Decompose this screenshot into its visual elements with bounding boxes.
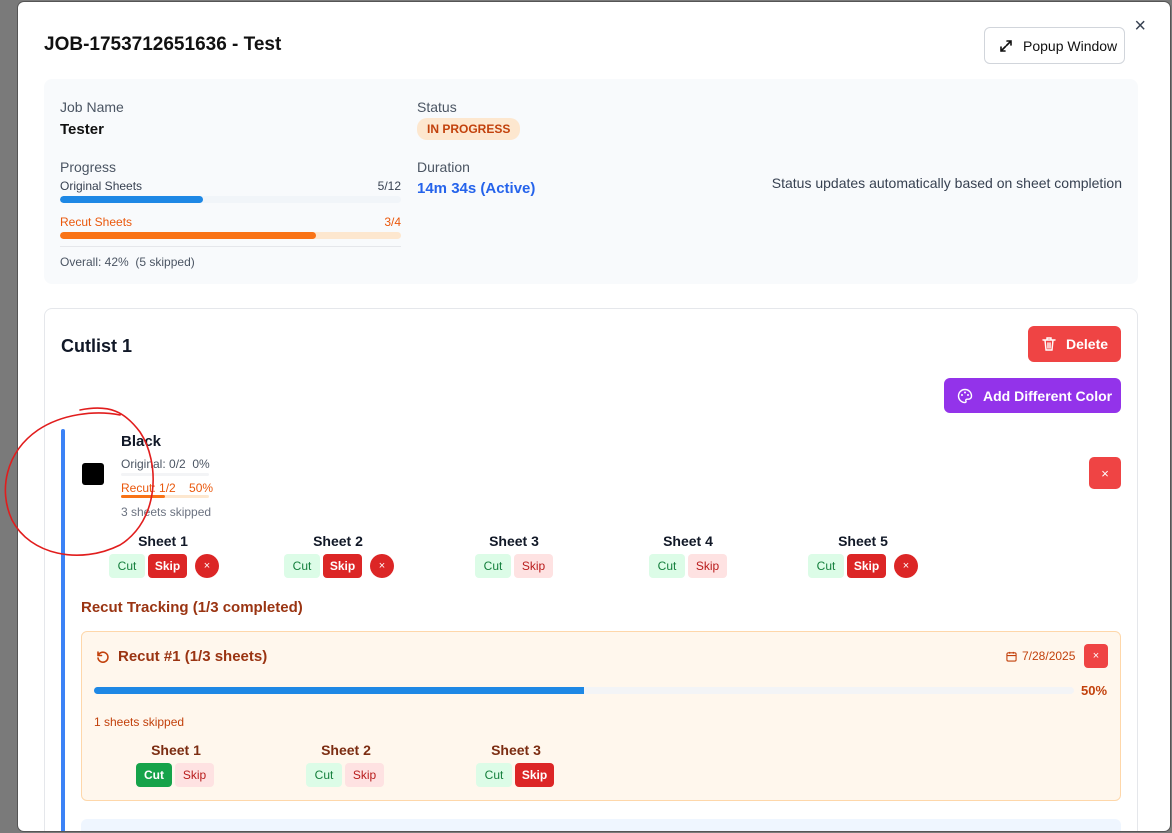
status-label: Status bbox=[417, 99, 457, 115]
recut-progress-percent: 50% bbox=[1081, 683, 1108, 698]
duration-label: Duration bbox=[417, 159, 470, 175]
palette-icon bbox=[957, 388, 973, 403]
cut-button[interactable]: Cut bbox=[284, 554, 320, 578]
cut-button[interactable]: Cut bbox=[136, 763, 172, 787]
popup-window-label: Popup Window bbox=[1023, 37, 1118, 54]
sheet-name: Sheet 3 bbox=[491, 742, 541, 758]
original-progress-bar bbox=[60, 196, 401, 203]
expand-icon bbox=[1000, 39, 1012, 52]
overall-progress: Overall: 42% (5 skipped) bbox=[60, 255, 195, 269]
trash-icon bbox=[1042, 337, 1056, 351]
color-recut-bar bbox=[121, 495, 209, 498]
recut-skipped: 1 sheets skipped bbox=[94, 715, 185, 729]
recut-sheets-value: 3/4 bbox=[384, 215, 401, 229]
sheet-name: Sheet 1 bbox=[151, 742, 201, 758]
delete-label: Delete bbox=[1066, 336, 1109, 352]
color-original-count: Original: 0/2 bbox=[121, 457, 186, 471]
sheet-name: Sheet 1 bbox=[138, 533, 188, 549]
cut-button[interactable]: Cut bbox=[306, 763, 342, 787]
overall-percent: Overall: 42% bbox=[60, 255, 129, 269]
status-badge: IN PROGRESS bbox=[417, 118, 521, 140]
delete-button[interactable]: Delete bbox=[1028, 326, 1121, 362]
recut-progress-bar bbox=[60, 232, 401, 239]
remove-color-button[interactable]: × bbox=[1089, 457, 1121, 489]
sheet-name: Sheet 5 bbox=[838, 533, 888, 549]
duration-value: 14m 34s (Active) bbox=[417, 180, 536, 197]
cut-button[interactable]: Cut bbox=[109, 554, 145, 578]
recut-title: Recut #1 (1/3 sheets) bbox=[118, 648, 268, 665]
color-original-bar bbox=[121, 473, 209, 476]
color-accent-line bbox=[61, 429, 65, 831]
sheet-name: Sheet 2 bbox=[313, 533, 363, 549]
job-name-value: Tester bbox=[60, 121, 104, 138]
popup-window-button[interactable]: Popup Window bbox=[984, 27, 1125, 64]
status-note: Status updates automatically based on sh… bbox=[771, 175, 1122, 191]
original-sheets-label: Original Sheets bbox=[60, 179, 143, 193]
refresh-icon bbox=[97, 651, 109, 663]
remove-sheet-button[interactable]: × bbox=[894, 554, 918, 578]
color-name: Black bbox=[121, 433, 162, 450]
cut-button[interactable]: Cut bbox=[808, 554, 844, 578]
skip-button[interactable]: Skip bbox=[148, 554, 187, 578]
recut-date: 7/28/2025 bbox=[1006, 649, 1075, 663]
cutlist-card: Cutlist 1 Delete Add Different Color Bla… bbox=[44, 308, 1138, 831]
sheet-name: Sheet 2 bbox=[321, 742, 371, 758]
color-skipped: 3 sheets skipped bbox=[121, 505, 212, 519]
progress-divider bbox=[60, 246, 401, 247]
color-recut: Recut: 1/2 50% bbox=[121, 481, 213, 495]
color-original-pct: 0% bbox=[192, 457, 210, 471]
color-recut-count: Recut: 1/2 bbox=[121, 481, 176, 495]
cut-button[interactable]: Cut bbox=[476, 763, 512, 787]
remove-recut-button[interactable]: × bbox=[1084, 644, 1108, 668]
add-different-color-button[interactable]: Add Different Color bbox=[944, 378, 1121, 413]
sheet-name: Sheet 4 bbox=[663, 533, 713, 549]
job-modal: × JOB-1753712651636 - Test Popup Window … bbox=[18, 2, 1170, 831]
remove-sheet-button[interactable]: × bbox=[195, 554, 219, 578]
color-original: Original: 0/2 0% bbox=[121, 457, 210, 471]
skip-button[interactable]: Skip bbox=[847, 554, 886, 578]
skip-button[interactable]: Skip bbox=[688, 554, 727, 578]
add-color-label: Add Different Color bbox=[983, 387, 1113, 404]
progress-label: Progress bbox=[60, 159, 117, 175]
remove-sheet-button[interactable]: × bbox=[370, 554, 394, 578]
cut-button[interactable]: Cut bbox=[475, 554, 511, 578]
skip-button[interactable]: Skip bbox=[515, 763, 554, 787]
close-icon[interactable]: × bbox=[1134, 16, 1146, 36]
cutlist-title: Cutlist 1 bbox=[61, 336, 133, 356]
original-sheets-value: 5/12 bbox=[377, 179, 401, 193]
sheet-name: Sheet 3 bbox=[489, 533, 539, 549]
skip-button[interactable]: Skip bbox=[175, 763, 214, 787]
cut-button[interactable]: Cut bbox=[649, 554, 685, 578]
next-recut-card bbox=[81, 819, 1121, 831]
job-name-label: Job Name bbox=[60, 99, 124, 115]
calendar-icon bbox=[1006, 651, 1017, 662]
recut-tracking-title: Recut Tracking (1/3 completed) bbox=[81, 599, 303, 616]
overall-skipped: (5 skipped) bbox=[135, 255, 195, 269]
recut-date-text: 7/28/2025 bbox=[1022, 649, 1076, 663]
recut-progress-bar bbox=[94, 687, 1074, 694]
page-title: JOB-1753712651636 - Test bbox=[44, 34, 282, 55]
recut-card: Recut #1 (1/3 sheets) 7/28/2025 × 50% 1 … bbox=[81, 631, 1121, 801]
job-summary: Job Name Tester Status IN PROGRESS Progr… bbox=[44, 79, 1138, 284]
color-recut-pct: 50% bbox=[189, 481, 214, 495]
skip-button[interactable]: Skip bbox=[323, 554, 362, 578]
skip-button[interactable]: Skip bbox=[345, 763, 384, 787]
recut-sheets-label: Recut Sheets bbox=[60, 215, 133, 229]
color-swatch bbox=[82, 463, 104, 485]
skip-button[interactable]: Skip bbox=[514, 554, 553, 578]
